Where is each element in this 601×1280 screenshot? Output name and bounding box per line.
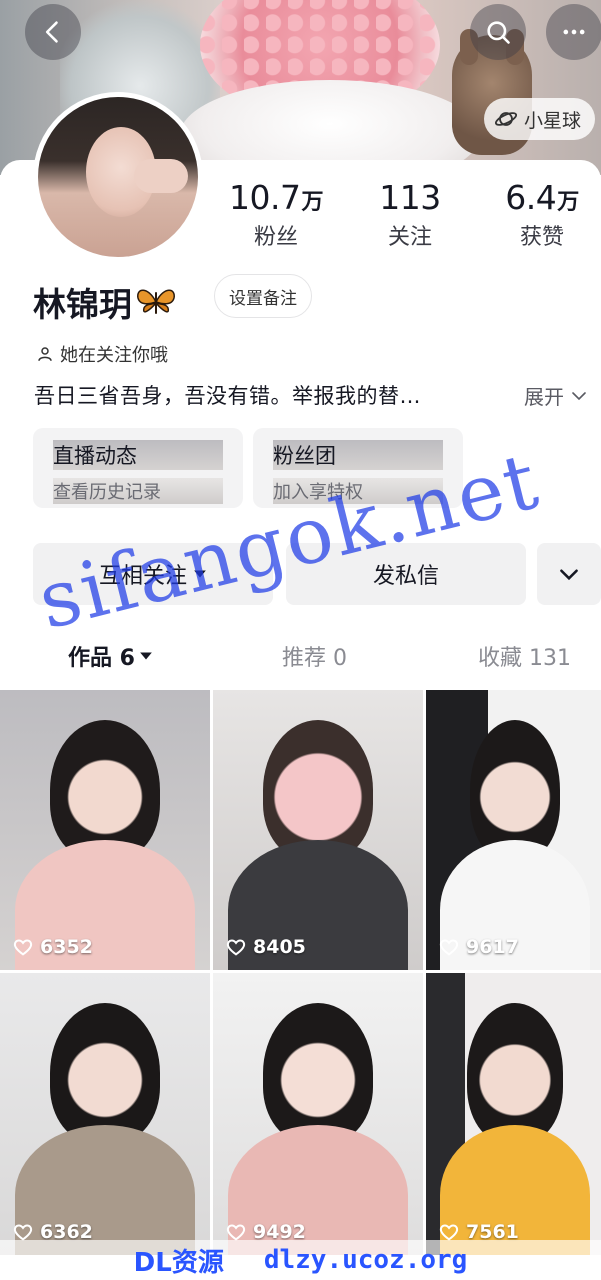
mutual-follow-label: 互相关注 <box>98 564 187 589</box>
back-button[interactable] <box>25 4 81 60</box>
video-tile[interactable]: 6352 <box>0 690 210 970</box>
planet-icon <box>494 112 518 126</box>
fans-count: 10.7 <box>229 178 301 217</box>
profile-tabs: 作品 6 推荐 0 收藏 131 <box>0 632 601 682</box>
person-icon <box>38 347 52 361</box>
more-options-button[interactable] <box>546 4 601 60</box>
video-thumbnail-person <box>469 720 560 860</box>
tab-recommend[interactable]: 推荐 0 <box>282 640 347 672</box>
footer-watermark-cn: DL资源 <box>133 1247 224 1278</box>
video-thumbnail-person <box>263 720 373 860</box>
likes-count: 6.4 <box>505 178 557 217</box>
video-tile[interactable]: 6362 <box>0 973 210 1255</box>
fans-unit: 万 <box>301 190 323 215</box>
video-thumbnail-person <box>263 1003 373 1143</box>
tab-works-label: 作品 6 <box>68 646 135 671</box>
video-likes: 9617 <box>438 936 519 958</box>
live-card-title: 直播动态 <box>53 440 223 470</box>
likes-label: 获赞 <box>519 225 564 250</box>
fan-club-card[interactable]: 粉丝团 加入享特权 <box>253 428 463 508</box>
tab-favorites[interactable]: 收藏 131 <box>478 640 571 672</box>
live-history-card[interactable]: 直播动态 查看历史记录 <box>33 428 243 508</box>
avatar[interactable] <box>33 92 203 262</box>
heart-icon <box>439 939 459 956</box>
search-icon <box>487 21 510 44</box>
avatar-hand <box>134 159 188 193</box>
caret-down-icon <box>194 570 206 578</box>
send-message-button[interactable]: 发私信 <box>286 543 526 605</box>
fans-label: 粉丝 <box>253 225 298 250</box>
chevron-down-icon <box>572 391 586 400</box>
video-likes-count: 9617 <box>466 936 519 958</box>
fan-club-title: 粉丝团 <box>273 440 443 470</box>
follows-you-text: 她在关注你哦 <box>60 345 168 366</box>
footer-watermark: DL资源 dlzy.ucoz.org <box>0 1240 601 1280</box>
user-name: 林锦玥 <box>33 285 132 324</box>
caret-down-icon <box>140 652 152 660</box>
little-planet-chip[interactable]: 小星球 <box>484 98 596 140</box>
more-actions-button[interactable] <box>537 543 601 605</box>
video-tile[interactable]: 9617 <box>426 690 601 970</box>
video-tile[interactable]: 7561 <box>426 973 601 1255</box>
video-grid: 6352 8405 9617 6362 9492 7561 <box>0 690 601 1260</box>
stat-fans[interactable]: 10.7万 粉丝 <box>222 178 330 251</box>
video-thumbnail-person <box>50 720 160 860</box>
footer-watermark-site: dlzy.ucoz.org <box>263 1245 468 1275</box>
video-thumbnail-person <box>466 1003 563 1143</box>
following-count: 113 <box>379 178 441 217</box>
butterfly-icon <box>137 289 175 314</box>
follows-you-hint: 她在关注你哦 <box>36 341 168 367</box>
name-row: 林锦玥 <box>33 278 178 326</box>
video-tile[interactable]: 9492 <box>213 973 423 1255</box>
more-dots-icon <box>563 29 585 35</box>
bio-text: 吾日三省吾身，吾没有错。举报我的替… <box>34 384 421 408</box>
mutual-follow-button[interactable]: 互相关注 <box>33 543 273 605</box>
tab-works[interactable]: 作品 6 <box>68 640 153 672</box>
video-tile[interactable]: 8405 <box>213 690 423 970</box>
likes-unit: 万 <box>557 190 579 215</box>
set-remark-button[interactable]: 设置备注 <box>214 274 312 318</box>
avatar-photo <box>38 97 198 257</box>
video-likes-count: 8405 <box>253 936 306 958</box>
video-likes: 6352 <box>12 936 93 958</box>
fan-club-subtitle: 加入享特权 <box>273 478 443 504</box>
chevron-left-icon <box>45 21 58 43</box>
send-message-label: 发私信 <box>372 564 439 589</box>
following-label: 关注 <box>387 225 432 250</box>
live-card-subtitle: 查看历史记录 <box>53 478 223 504</box>
expand-label: 展开 <box>524 385 564 409</box>
tab-recommend-label: 推荐 0 <box>282 646 347 671</box>
tab-favorites-label: 收藏 131 <box>478 646 571 671</box>
video-likes: 8405 <box>225 936 306 958</box>
video-thumbnail-person <box>50 1003 160 1143</box>
video-likes-count: 6352 <box>40 936 93 958</box>
little-planet-label: 小星球 <box>524 109 582 132</box>
chevron-down-icon <box>560 569 578 581</box>
search-button[interactable] <box>470 4 526 60</box>
stat-likes[interactable]: 6.4万 获赞 <box>488 178 596 251</box>
heart-icon <box>226 939 246 956</box>
expand-bio-button[interactable]: 展开 <box>524 381 588 410</box>
stat-following[interactable]: 113 关注 <box>362 178 458 251</box>
heart-icon <box>13 939 33 956</box>
